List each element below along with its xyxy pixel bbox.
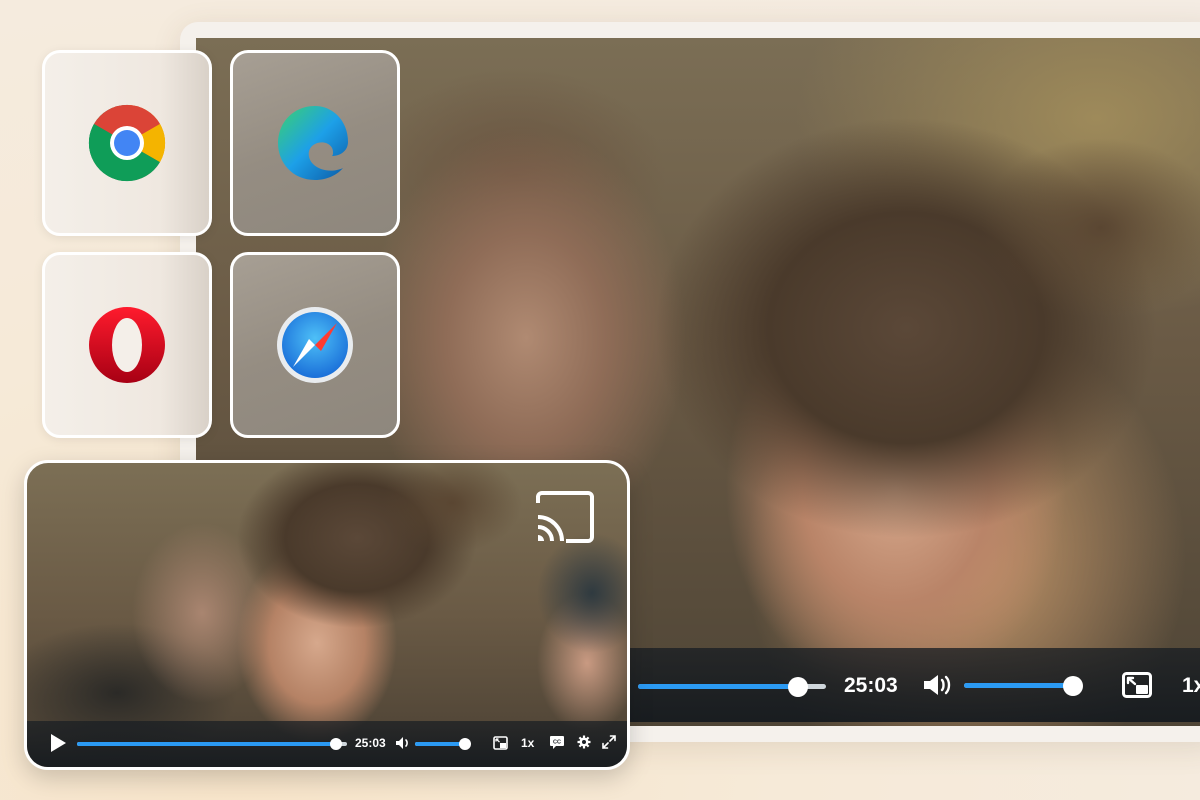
- browser-tile-edge[interactable]: [230, 50, 400, 236]
- settings-gear-icon[interactable]: [577, 735, 591, 749]
- edge-icon: [278, 106, 348, 180]
- mini-current-time: 25:03: [355, 736, 386, 750]
- browser-tile-chrome[interactable]: [42, 50, 212, 236]
- browser-tile-opera[interactable]: [42, 252, 212, 438]
- mini-volume-icon[interactable]: [395, 736, 411, 750]
- mini-volume-handle[interactable]: [458, 738, 471, 750]
- volume-slider[interactable]: [964, 676, 1083, 696]
- cast-icon[interactable]: [532, 489, 598, 545]
- fullscreen-icon[interactable]: [602, 735, 616, 749]
- seek-bar[interactable]: [638, 677, 826, 697]
- volume-icon[interactable]: [922, 673, 952, 697]
- volume-handle[interactable]: [1062, 676, 1083, 696]
- browser-tile-safari[interactable]: [230, 252, 400, 438]
- mini-seek-progress: [77, 742, 337, 746]
- mini-player[interactable]: 25:03 1x CC: [24, 460, 630, 770]
- mini-volume-level: [415, 742, 465, 746]
- opera-icon: [89, 307, 165, 383]
- main-player-controls: 25:03 1x: [616, 648, 1200, 722]
- mini-playback-speed[interactable]: 1x: [521, 736, 534, 750]
- seek-bar-handle[interactable]: [787, 677, 808, 697]
- play-icon[interactable]: [49, 733, 67, 753]
- seek-bar-progress: [638, 684, 798, 689]
- current-time: 25:03: [844, 674, 898, 697]
- mini-seek-bar[interactable]: [77, 738, 347, 750]
- captions-icon[interactable]: CC: [549, 735, 565, 749]
- svg-text:CC: CC: [553, 740, 561, 746]
- mini-player-controls: 25:03 1x CC: [27, 721, 627, 767]
- safari-icon: [277, 307, 353, 383]
- volume-level: [964, 683, 1073, 688]
- mini-seek-handle[interactable]: [330, 738, 343, 750]
- playback-speed[interactable]: 1x: [1182, 674, 1200, 698]
- mini-volume-slider[interactable]: [415, 738, 471, 750]
- mini-picture-in-picture-icon[interactable]: [493, 736, 508, 750]
- chrome-icon: [88, 104, 166, 182]
- picture-in-picture-icon[interactable]: [1122, 672, 1152, 698]
